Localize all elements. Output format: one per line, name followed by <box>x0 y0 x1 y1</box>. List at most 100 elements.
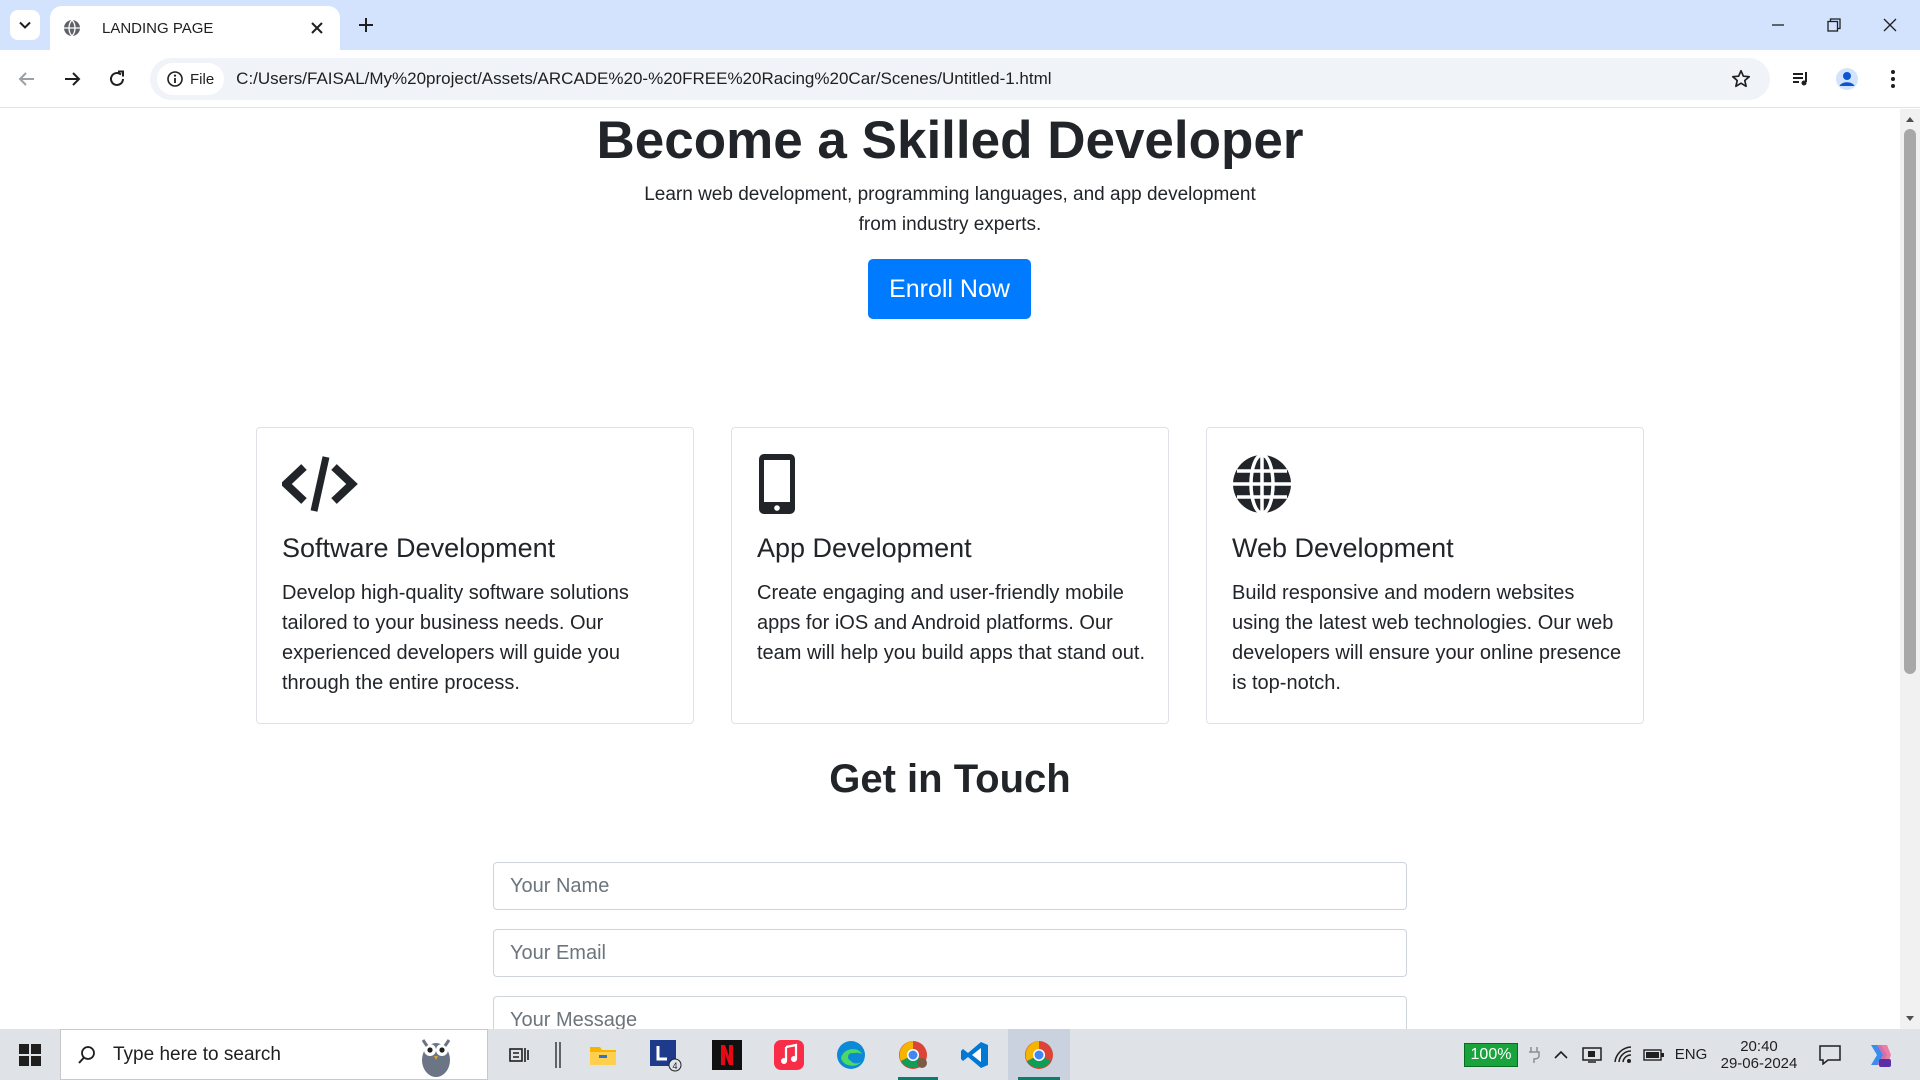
new-tab-button[interactable] <box>351 10 381 40</box>
minimize-icon <box>1772 24 1784 26</box>
search-placeholder: Type here to search <box>113 1043 281 1065</box>
bookmark-star-icon[interactable] <box>1724 62 1758 96</box>
scroll-down-icon[interactable] <box>1900 1011 1920 1027</box>
tab-search-button[interactable] <box>10 10 40 40</box>
battery-icon[interactable] <box>1640 1029 1668 1080</box>
browser-menu-button[interactable] <box>1876 62 1910 96</box>
hero-subtitle: Learn web development, programming langu… <box>600 180 1300 240</box>
restore-window-button[interactable] <box>1806 0 1862 50</box>
taskbar-app-file-explorer[interactable] <box>578 1029 628 1080</box>
browser-toolbar: File C:/Users/FAISAL/My%20project/Assets… <box>0 50 1920 108</box>
card-title: App Development <box>757 533 972 563</box>
back-arrow-icon <box>18 72 34 86</box>
hero-subtitle-line-1: Learn web development, programming langu… <box>644 184 1256 205</box>
page-viewport: Become a Skilled Developer Learn web dev… <box>0 109 1900 1029</box>
contact-title: Get in Touch <box>829 757 1071 801</box>
tray-app-icon[interactable] <box>1578 1029 1606 1080</box>
chrome-icon <box>1025 1040 1053 1069</box>
taskbar-app-vscode[interactable] <box>950 1029 1000 1080</box>
notification-center-button[interactable] <box>1810 1029 1850 1080</box>
media-controls-button[interactable] <box>1784 62 1818 96</box>
notification-icon <box>1819 1044 1841 1065</box>
media-queue-icon <box>1793 72 1807 86</box>
plus-icon <box>359 18 373 32</box>
tab-landing-page[interactable]: LANDING PAGE <box>50 6 340 50</box>
folder-icon <box>590 1046 616 1065</box>
profile-button[interactable] <box>1830 62 1864 96</box>
page-scrollbar[interactable] <box>1900 109 1920 1029</box>
kebab-menu-icon <box>1891 70 1895 88</box>
site-info-chip[interactable]: File <box>157 63 225 95</box>
vscode-icon <box>961 1041 988 1068</box>
card-title: Software Development <box>282 533 556 563</box>
profile-avatar-icon <box>1836 68 1858 90</box>
input-language: ENG <box>1674 1046 1708 1063</box>
taskbar-app-music[interactable] <box>764 1029 814 1080</box>
hero-subtitle-line-2: from industry experts. <box>858 214 1042 235</box>
service-card-web: Web Development Build responsive and mod… <box>1206 427 1644 724</box>
edge-browser-icon <box>837 1040 865 1069</box>
chevron-down-icon <box>19 21 31 29</box>
taskbar-app-l[interactable]: 4 <box>640 1029 690 1080</box>
scroll-up-icon[interactable] <box>1900 111 1920 127</box>
address-bar[interactable]: File C:/Users/FAISAL/My%20project/Assets… <box>150 58 1770 100</box>
taskbar-app-edge[interactable] <box>826 1029 876 1080</box>
card-text: Develop high-quality software solutions … <box>282 582 629 694</box>
globe-favicon-icon <box>62 18 82 38</box>
url-text[interactable]: C:/Users/FAISAL/My%20project/Assets/ARCA… <box>236 69 1724 89</box>
reload-icon <box>110 70 124 86</box>
close-tab-icon[interactable] <box>306 17 328 39</box>
card-title: Web Development <box>1232 533 1454 563</box>
site-chip-label: File <box>190 70 215 88</box>
browser-tabstrip: LANDING PAGE <box>0 0 1920 50</box>
copilot-button[interactable] <box>1856 1029 1902 1080</box>
start-button[interactable] <box>0 1029 60 1080</box>
card-text: Create engaging and user-friendly mobile… <box>757 582 1146 664</box>
back-button[interactable] <box>10 62 44 96</box>
name-field[interactable]: Your Name <box>493 862 1407 910</box>
task-view-icon <box>509 1047 529 1062</box>
chrome-icon <box>899 1040 927 1069</box>
forward-button[interactable] <box>55 62 89 96</box>
windows-taskbar: Type here to search 4 100% ENG 20:40 29-… <box>0 1029 1920 1080</box>
l-app-icon: 4 <box>650 1039 682 1071</box>
close-icon <box>1883 18 1897 32</box>
widget-separator-icon <box>545 1029 571 1080</box>
battery-percentage-badge[interactable]: 100% <box>1458 1029 1524 1080</box>
clock-date: 29-06-2024 <box>1720 1054 1798 1072</box>
info-icon <box>167 71 183 87</box>
service-card-app: App Development Create engaging and user… <box>731 427 1169 724</box>
clock-button[interactable]: 20:40 29-06-2024 <box>1712 1029 1806 1080</box>
tab-title: LANDING PAGE <box>102 19 214 37</box>
enroll-now-button[interactable]: Enroll Now <box>868 259 1031 319</box>
forward-arrow-icon <box>65 72 81 86</box>
clock-time: 20:40 <box>1740 1037 1778 1055</box>
minimize-window-button[interactable] <box>1750 0 1806 50</box>
hero-title: Become a Skilled Developer <box>596 111 1304 170</box>
mobile-icon <box>759 454 795 514</box>
plug-icon <box>1525 1029 1543 1080</box>
reload-button[interactable] <box>100 62 134 96</box>
card-text: Build responsive and modern websites usi… <box>1232 582 1622 694</box>
message-field[interactable]: Your Message <box>493 996 1407 1029</box>
music-icon <box>774 1039 804 1070</box>
taskbar-app-chrome[interactable] <box>1008 1029 1070 1080</box>
service-card-software: Software Development Develop high-qualit… <box>256 427 694 724</box>
wifi-icon[interactable] <box>1610 1029 1638 1080</box>
show-hidden-icons-button[interactable] <box>1548 1029 1574 1080</box>
task-view-button[interactable] <box>500 1029 540 1080</box>
taskbar-app-netflix[interactable] <box>702 1029 752 1080</box>
taskbar-app-chrome-profile[interactable] <box>888 1029 938 1080</box>
globe-icon <box>1233 453 1291 515</box>
restore-icon <box>1827 18 1841 32</box>
code-icon <box>282 456 358 512</box>
app-badge-count: 4 <box>672 1061 677 1071</box>
close-window-button[interactable] <box>1862 0 1918 50</box>
copilot-icon <box>1871 1044 1891 1067</box>
battery-percentage: 100% <box>1463 1042 1519 1067</box>
scrollbar-thumb[interactable] <box>1904 129 1916 674</box>
chevron-up-icon <box>1554 1050 1568 1059</box>
email-field[interactable]: Your Email <box>493 929 1407 977</box>
input-language-button[interactable]: ENG <box>1672 1029 1710 1080</box>
taskbar-search-box[interactable]: Type here to search <box>60 1029 488 1080</box>
